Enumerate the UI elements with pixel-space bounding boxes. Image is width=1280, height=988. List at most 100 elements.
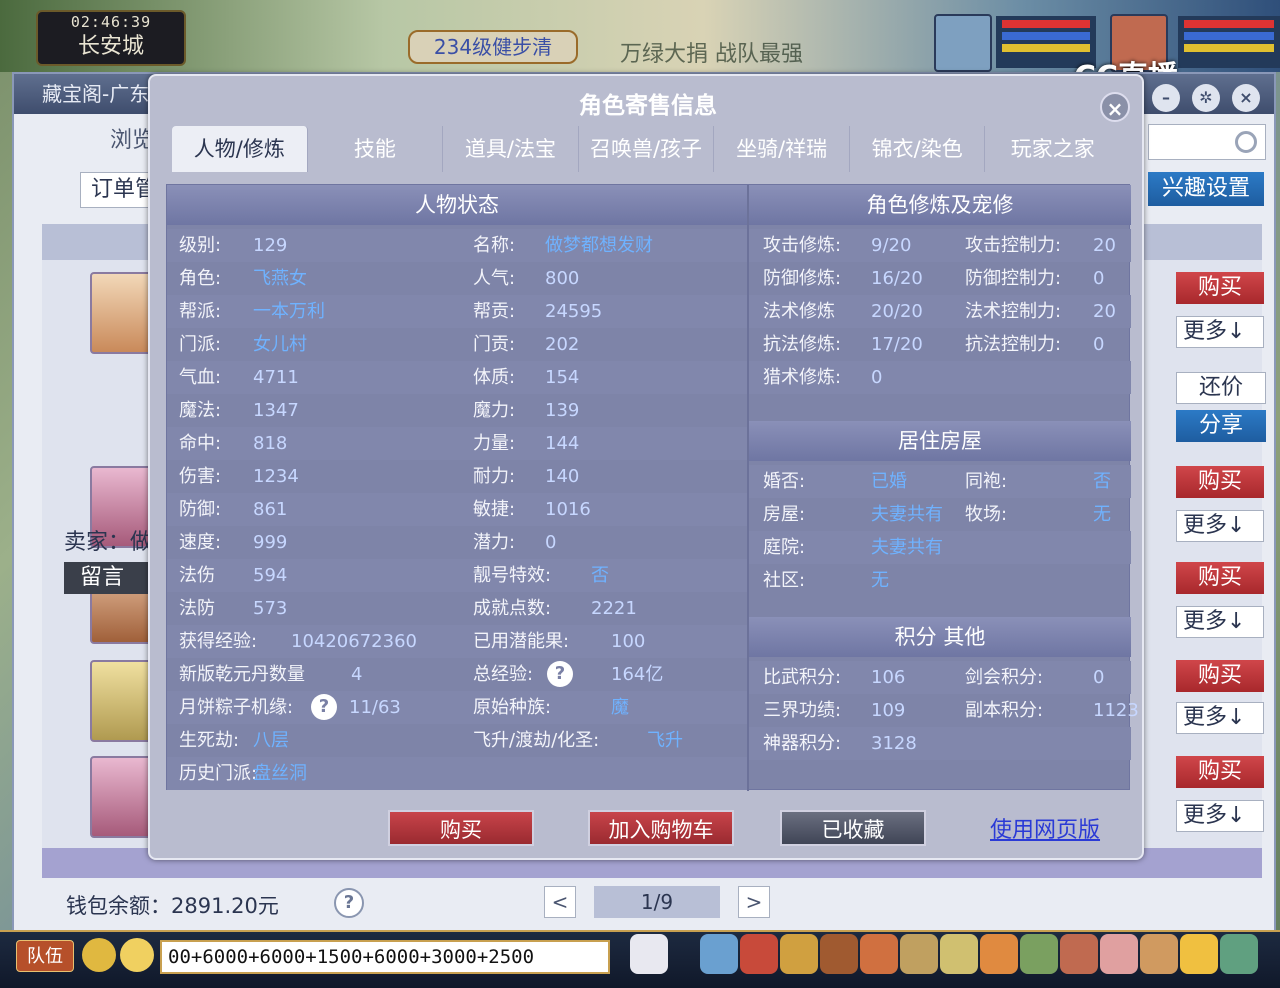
cultivation-section-header: 角色修炼及宠修	[749, 185, 1131, 225]
stat-value: 139	[545, 400, 580, 421]
info-value: 20	[1093, 301, 1116, 322]
wallet-help-icon[interactable]: ?	[334, 888, 364, 918]
more-button[interactable]: 更多↓	[1176, 510, 1264, 542]
dialog-content: 人物状态 角色修炼及宠修 居住房屋 积分 其他 级别: 129 名称: 做梦都想发财角…	[166, 184, 1139, 791]
buy-button[interactable]: 购买	[1176, 756, 1264, 788]
panda-icon[interactable]	[630, 934, 668, 974]
tab-items[interactable]: 道具/法宝	[443, 126, 579, 172]
stat-value: 800	[545, 268, 580, 289]
stat-label: 历史门派:	[179, 763, 258, 784]
help-icon[interactable]: ?	[311, 694, 337, 720]
emoji-icon[interactable]	[1180, 934, 1218, 974]
stat-label: 门派:	[179, 334, 222, 355]
buy-button[interactable]: 购买	[1176, 272, 1264, 304]
tab-character[interactable]: 人物/修炼	[172, 126, 308, 172]
search-icon[interactable]	[1235, 131, 1257, 153]
favorited-button[interactable]: 已收藏	[780, 810, 926, 846]
prev-page-button[interactable]: <	[544, 886, 576, 918]
info-label: 抗法控制力:	[965, 334, 1062, 355]
stat-value: 861	[253, 499, 288, 520]
minimize-icon[interactable]: –	[1152, 84, 1180, 112]
search-input[interactable]	[1148, 124, 1266, 160]
team-button[interactable]: 队伍	[16, 940, 74, 972]
pet-portrait[interactable]	[934, 14, 992, 72]
next-page-button[interactable]: >	[738, 886, 770, 918]
buy-button[interactable]: 购买	[1176, 466, 1264, 498]
dialog-tabs: 人物/修炼 技能 道具/法宝 召唤兽/孩子 坐骑/祥瑞 锦衣/染色 玩家之家	[172, 126, 1120, 172]
status-row: 魔法: 1347 魔力: 139	[167, 394, 747, 427]
stat-label: 魔法:	[179, 400, 222, 421]
quest-label[interactable]: 234级健步清	[408, 30, 578, 64]
info-label: 攻击修炼:	[763, 235, 842, 256]
info-label: 防御控制力:	[965, 268, 1062, 289]
status-row: 历史门派: 盘丝洞	[167, 757, 747, 790]
stat-value: 4	[351, 664, 363, 685]
share-button[interactable]: 分享	[1176, 410, 1266, 442]
skill-icon[interactable]	[1020, 934, 1058, 974]
status-row: 法防 573 成就点数: 2221	[167, 592, 747, 625]
role-sale-info-dialog: 角色寄售信息 × 人物/修炼 技能 道具/法宝 召唤兽/孩子 坐骑/祥瑞 锦衣/…	[148, 74, 1144, 860]
tab-outfits[interactable]: 锦衣/染色	[850, 126, 986, 172]
stat-label: 已用潜能果:	[473, 631, 570, 652]
stat-value: 1234	[253, 466, 299, 487]
guild-icon[interactable]	[1060, 934, 1098, 974]
info-label: 神器积分:	[763, 733, 842, 754]
tab-mounts[interactable]: 坐骑/祥瑞	[714, 126, 850, 172]
status-row: 新版乾元丹数量 4 总经验: 164亿?	[167, 658, 747, 691]
info-label: 法术修炼	[763, 301, 835, 322]
more-button[interactable]: 更多↓	[1176, 606, 1264, 638]
help-icon[interactable]: ?	[547, 661, 573, 687]
info-label: 法术控制力:	[965, 301, 1062, 322]
stat-label: 级别:	[179, 235, 222, 256]
stat-label: 法伤	[179, 565, 215, 586]
info-label: 同袍:	[965, 471, 1008, 492]
info-row: 庭院: 夫妻共有	[749, 531, 1131, 564]
info-value: 0	[1093, 334, 1105, 355]
close-icon[interactable]: ×	[1100, 92, 1130, 122]
stat-label: 帮派:	[179, 301, 222, 322]
stat-label: 总经验:	[473, 664, 534, 685]
gear-icon[interactable]: ✲	[1192, 84, 1220, 112]
stat-label: 靓号特效:	[473, 565, 552, 586]
bag-icon[interactable]	[780, 934, 818, 974]
buy-button[interactable]: 购买	[1176, 660, 1264, 692]
add-to-cart-button[interactable]: 加入购物车	[588, 810, 734, 846]
buy-button[interactable]: 购买	[388, 810, 534, 846]
tab-skills[interactable]: 技能	[308, 126, 444, 172]
scroll-icon[interactable]	[940, 934, 978, 974]
buy-button[interactable]: 购买	[1176, 562, 1264, 594]
stat-label: 命中:	[179, 433, 222, 454]
more-button[interactable]: 更多↓	[1176, 702, 1264, 734]
speech-bubble-icon[interactable]	[120, 938, 154, 972]
close-icon[interactable]: ×	[1232, 84, 1260, 112]
system-icon[interactable]	[1220, 934, 1258, 974]
gourd-icon[interactable]	[820, 934, 858, 974]
status-section-header: 人物状态	[167, 185, 747, 225]
tab-home[interactable]: 玩家之家	[985, 126, 1120, 172]
character-icon[interactable]	[860, 934, 898, 974]
info-value: 已婚	[871, 471, 907, 492]
info-label: 攻击控制力:	[965, 235, 1062, 256]
counter-offer-button[interactable]: 还价	[1176, 372, 1266, 404]
chat-input[interactable]: 00+6000+6000+1500+6000+3000+2500	[160, 940, 610, 974]
peach-icon[interactable]	[1100, 934, 1138, 974]
team-icon[interactable]	[900, 934, 938, 974]
stat-value: 飞燕女	[253, 268, 307, 289]
stat-label: 人气:	[473, 268, 516, 289]
stat-label: 防御:	[179, 499, 222, 520]
more-button[interactable]: 更多↓	[1176, 800, 1264, 832]
interest-settings-button[interactable]: 兴趣设置	[1148, 172, 1264, 206]
message-button[interactable]: 留言	[64, 562, 154, 594]
friend-icon[interactable]	[1140, 934, 1178, 974]
microphone-icon[interactable]	[82, 938, 116, 972]
status-row: 获得经验: 10420672360 已用潜能果: 100	[167, 625, 747, 658]
info-row: 抗法修炼: 17/20 抗法控制力: 0	[749, 328, 1131, 361]
status-row: 防御: 861 敏捷: 1016	[167, 493, 747, 526]
info-label: 牧场:	[965, 504, 1008, 525]
more-button[interactable]: 更多↓	[1176, 316, 1264, 348]
tab-pets[interactable]: 召唤兽/孩子	[579, 126, 715, 172]
chest-icon[interactable]	[740, 934, 778, 974]
web-version-link[interactable]: 使用网页版	[990, 812, 1100, 844]
sword-icon[interactable]	[700, 934, 738, 974]
trade-icon[interactable]	[980, 934, 1018, 974]
